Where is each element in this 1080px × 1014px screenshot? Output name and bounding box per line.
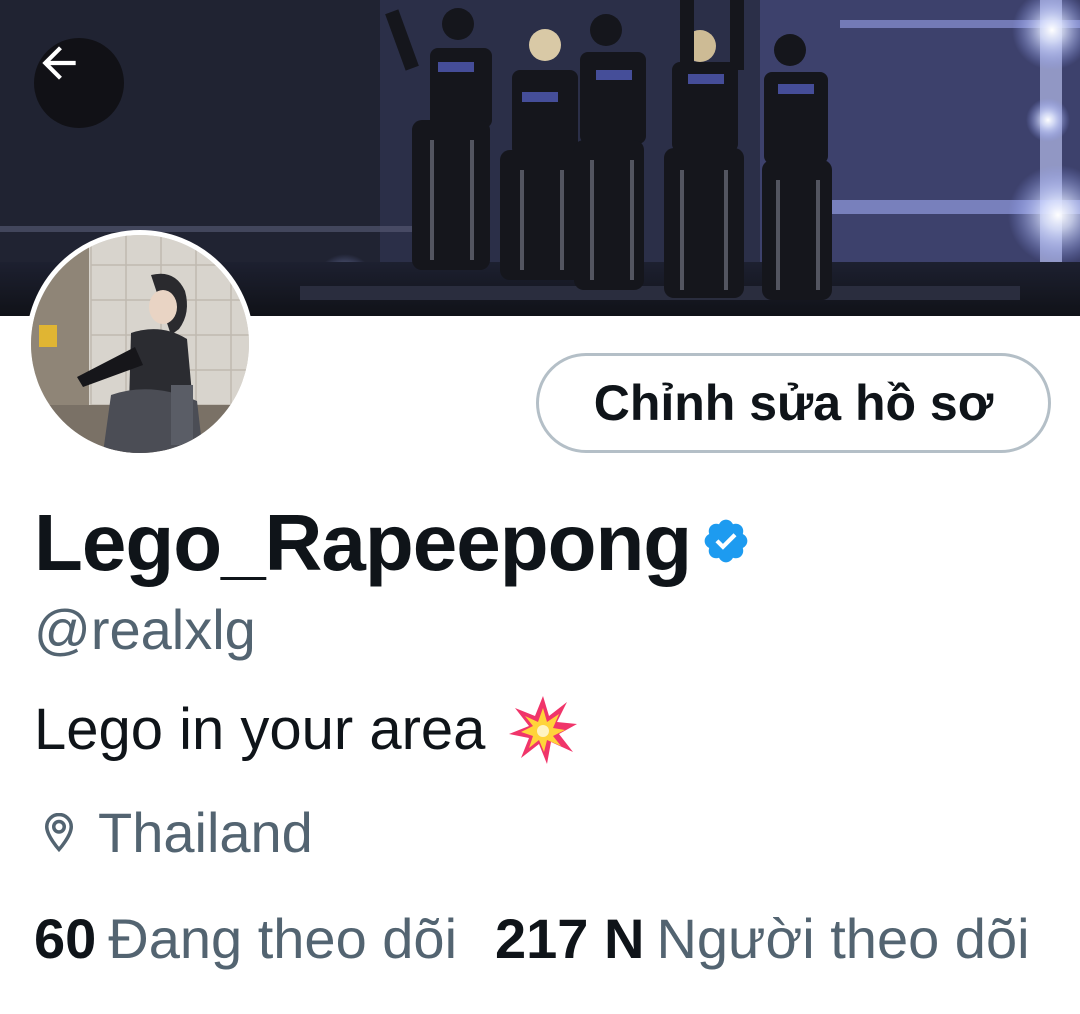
following-link[interactable]: 60 Đang theo dõi xyxy=(34,906,457,971)
profile-avatar[interactable] xyxy=(26,230,254,458)
display-name: Lego_Rapeepong xyxy=(34,498,692,587)
follow-stats: 60 Đang theo dõi 217 N Người theo dõi xyxy=(34,905,1030,971)
profile-location: Thailand xyxy=(38,800,313,864)
user-handle: @realxlg xyxy=(34,598,256,661)
bio-text: Lego in your area xyxy=(34,697,486,762)
location-pin-icon xyxy=(44,812,74,853)
edit-profile-button[interactable]: Chỉnh sửa hồ sơ xyxy=(536,353,1051,453)
location-text: Thailand xyxy=(98,800,313,864)
profile-bio: Lego in your area xyxy=(34,694,579,766)
back-button[interactable] xyxy=(34,38,124,128)
following-label: Đang theo dõi xyxy=(108,906,458,970)
followers-label: Người theo dõi xyxy=(656,906,1030,970)
followers-count: 217 N xyxy=(495,906,645,970)
verified-badge-icon[interactable] xyxy=(701,516,751,566)
followers-link[interactable]: 217 N Người theo dõi xyxy=(495,906,1030,971)
display-name-row: Lego_Rapeepong xyxy=(34,498,751,588)
following-count: 60 xyxy=(34,906,97,970)
arrow-left-icon xyxy=(42,46,76,80)
collision-emoji-icon xyxy=(509,696,578,764)
avatar-photo xyxy=(31,235,249,453)
